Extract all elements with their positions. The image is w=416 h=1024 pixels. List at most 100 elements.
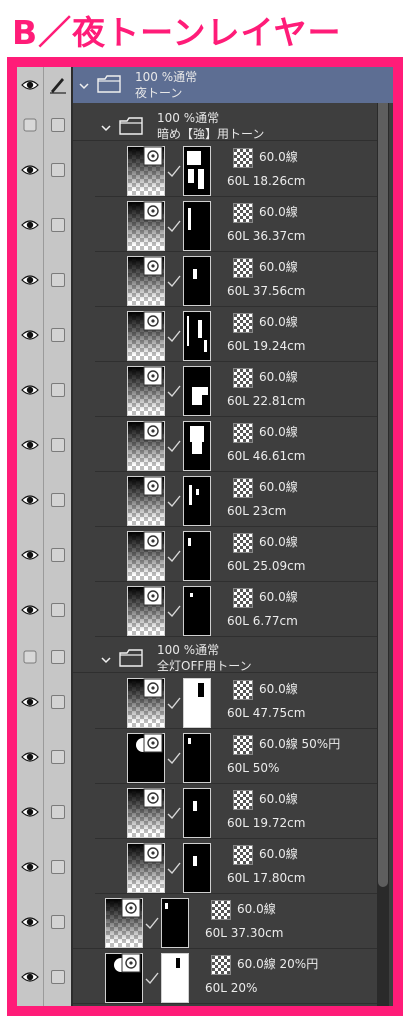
chevron-down-icon[interactable] [79, 81, 89, 91]
layer-row[interactable]: 60.0線 60L 25.09cm [17, 528, 377, 582]
layer-panel: 100 %通常 夜トーン 100 %通常 暗め【強】用トーン 100 %通常 全… [17, 67, 393, 1006]
mask-link-icon[interactable] [167, 495, 181, 507]
layer-row[interactable]: 60.0線 60L 19.24cm [17, 308, 377, 362]
eye-hidden-icon[interactable] [20, 115, 40, 135]
layer-row[interactable]: 60.0線 60L 37.56cm [17, 253, 377, 307]
eye-icon[interactable] [20, 270, 40, 290]
folder-row-off-tone[interactable]: 100 %通常 全灯OFF用トーン [17, 637, 377, 673]
edit-checkbox[interactable] [51, 328, 65, 342]
mask-shape [193, 856, 197, 866]
folder-row-dark-tone[interactable]: 100 %通常 暗め【強】用トーン [17, 105, 377, 141]
layer-mask-thumbnail[interactable] [183, 476, 211, 526]
mask-shape [193, 801, 197, 811]
edit-checkbox[interactable] [51, 548, 65, 562]
mask-link-icon[interactable] [167, 605, 181, 617]
layer-mask-thumbnail[interactable] [183, 201, 211, 251]
edit-checkbox[interactable] [51, 438, 65, 452]
eye-icon[interactable] [20, 75, 40, 95]
layer-mask-thumbnail[interactable] [183, 531, 211, 581]
layer-row[interactable]: 60.0線 60L 19.72cm [17, 785, 377, 839]
layer-mask-thumbnail[interactable] [183, 678, 211, 728]
layer-mask-thumbnail[interactable] [183, 788, 211, 838]
eye-icon[interactable] [20, 600, 40, 620]
row-divider [95, 728, 377, 729]
edit-checkbox[interactable] [51, 603, 65, 617]
screentone-icon [233, 533, 253, 553]
layer-mask-thumbnail[interactable] [161, 898, 189, 948]
eye-icon[interactable] [20, 325, 40, 345]
layer-mask-thumbnail[interactable] [183, 421, 211, 471]
layer-mask-thumbnail[interactable] [183, 311, 211, 361]
pen-icon[interactable] [48, 74, 68, 94]
eye-icon[interactable] [20, 967, 40, 987]
layer-row[interactable]: 60.0線 60L 37.30cm [17, 895, 377, 949]
mask-shape [204, 340, 207, 352]
edit-checkbox[interactable] [51, 383, 65, 397]
edit-checkbox[interactable] [51, 118, 65, 132]
layer-mask-thumbnail[interactable] [183, 843, 211, 893]
layer-row[interactable]: 60.0線 60L 47.75cm [17, 675, 377, 729]
eye-icon[interactable] [20, 802, 40, 822]
layer-name-label: 60L 50% [227, 761, 280, 775]
layer-name-label: 60L 6.77cm [227, 614, 298, 628]
eye-icon[interactable] [20, 490, 40, 510]
layer-mask-thumbnail[interactable] [183, 146, 211, 196]
mask-link-icon[interactable] [167, 385, 181, 397]
mask-link-icon[interactable] [167, 275, 181, 287]
edit-checkbox[interactable] [51, 163, 65, 177]
layer-row[interactable]: 60.0線 50%円 60L 50% [17, 730, 377, 784]
layer-row[interactable]: 60.0線 60L 22.81cm [17, 363, 377, 417]
layer-mask-thumbnail[interactable] [183, 733, 211, 783]
eye-icon[interactable] [20, 160, 40, 180]
eye-icon[interactable] [20, 380, 40, 400]
layer-mask-thumbnail[interactable] [161, 953, 189, 1003]
edit-checkbox[interactable] [51, 650, 65, 664]
edit-checkbox[interactable] [51, 860, 65, 874]
edit-checkbox[interactable] [51, 970, 65, 984]
layer-row[interactable]: 60.0線 60L 18.26cm [17, 143, 377, 197]
edit-checkbox[interactable] [51, 750, 65, 764]
layer-row[interactable]: 60.0線 60L 23cm [17, 473, 377, 527]
tone-setting-label: 60.0線 [259, 205, 298, 219]
layer-row[interactable]: 60.0線 20%円 60L 20% [17, 950, 377, 1004]
eye-icon[interactable] [20, 435, 40, 455]
scrollbar-thumb[interactable] [378, 67, 388, 887]
edit-checkbox[interactable] [51, 218, 65, 232]
mask-link-icon[interactable] [167, 862, 181, 874]
eye-icon[interactable] [20, 912, 40, 932]
layer-row[interactable]: 60.0線 60L 36.37cm [17, 198, 377, 252]
edit-checkbox[interactable] [51, 805, 65, 819]
layer-row[interactable]: 60.0線 60L 17.80cm [17, 840, 377, 894]
layer-mask-thumbnail[interactable] [183, 586, 211, 636]
mask-link-icon[interactable] [145, 972, 159, 984]
layer-row[interactable]: 60.0線 60L 6.77cm [17, 583, 377, 637]
layer-row[interactable]: 60.0線 60L 46.61cm [17, 418, 377, 472]
mask-link-icon[interactable] [167, 220, 181, 232]
mask-link-icon[interactable] [167, 697, 181, 709]
chevron-down-icon[interactable] [101, 123, 111, 133]
layer-mask-thumbnail[interactable] [183, 366, 211, 416]
mask-link-icon[interactable] [167, 165, 181, 177]
edit-checkbox[interactable] [51, 695, 65, 709]
eye-icon[interactable] [20, 857, 40, 877]
mask-link-icon[interactable] [167, 330, 181, 342]
eye-hidden-icon[interactable] [20, 647, 40, 667]
eye-icon[interactable] [20, 747, 40, 767]
mask-link-icon[interactable] [167, 550, 181, 562]
eye-icon[interactable] [20, 215, 40, 235]
edit-checkbox[interactable] [51, 915, 65, 929]
mask-link-icon[interactable] [167, 440, 181, 452]
layer-name-label: 60L 19.24cm [227, 339, 306, 353]
row-divider [95, 306, 377, 307]
mask-link-icon[interactable] [145, 917, 159, 929]
mask-link-icon[interactable] [167, 807, 181, 819]
eye-icon[interactable] [20, 545, 40, 565]
edit-checkbox[interactable] [51, 493, 65, 507]
chevron-down-icon[interactable] [101, 655, 111, 665]
edit-checkbox[interactable] [51, 273, 65, 287]
eye-icon[interactable] [20, 692, 40, 712]
mask-link-icon[interactable] [167, 752, 181, 764]
mask-shape [188, 538, 191, 546]
row-divider [73, 948, 377, 949]
layer-mask-thumbnail[interactable] [183, 256, 211, 306]
